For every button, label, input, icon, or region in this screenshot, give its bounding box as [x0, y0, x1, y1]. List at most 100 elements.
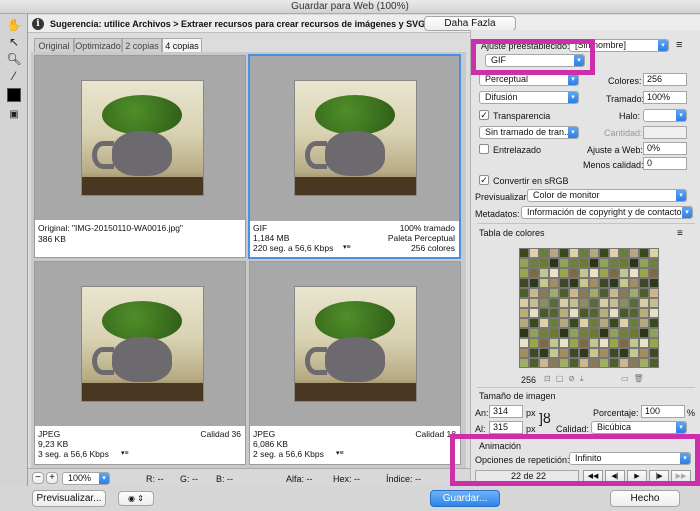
color-swatch[interactable] [529, 298, 539, 308]
color-swatch[interactable] [519, 278, 529, 288]
interlaced-checkbox[interactable] [479, 144, 489, 154]
color-swatch[interactable] [649, 278, 659, 288]
color-swatch[interactable] [609, 348, 619, 358]
color-swatch[interactable] [529, 278, 539, 288]
download-menu-icon[interactable]: ▾≡ [336, 449, 344, 459]
color-swatch[interactable] [559, 348, 569, 358]
save-button[interactable]: Guardar... [430, 490, 500, 507]
color-swatch[interactable] [599, 358, 609, 368]
color-swatch[interactable] [569, 328, 579, 338]
color-swatch[interactable] [639, 358, 649, 368]
color-swatch[interactable] [569, 288, 579, 298]
color-swatch[interactable] [589, 308, 599, 318]
color-swatch[interactable] [649, 358, 659, 368]
tab-optimized[interactable]: Optimizado [74, 38, 122, 52]
color-swatch[interactable] [549, 338, 559, 348]
color-swatch[interactable] [569, 318, 579, 328]
color-swatch[interactable] [639, 318, 649, 328]
color-swatch[interactable] [559, 338, 569, 348]
color-swatch[interactable] [559, 308, 569, 318]
color-swatch[interactable] [549, 328, 559, 338]
amount-field[interactable] [643, 126, 687, 139]
preview-select[interactable]: Color de monitor ▾ [527, 189, 687, 202]
color-swatch[interactable] [629, 298, 639, 308]
color-swatch[interactable] [539, 328, 549, 338]
color-swatch[interactable] [609, 278, 619, 288]
color-swatch[interactable] [599, 288, 609, 298]
color-swatch[interactable] [609, 328, 619, 338]
color-swatch[interactable] [529, 248, 539, 258]
metadata-select[interactable]: Información de copyright y de contacto ▾ [521, 206, 693, 219]
color-swatch[interactable] [639, 338, 649, 348]
toggle-slices-icon[interactable]: ▣ [5, 107, 23, 123]
transparency-dither-select[interactable]: Sin tramado de tran... ▾ [479, 126, 579, 139]
preview-cell-gif[interactable]: GIF 100% tramado 1,184 MB Paleta Percept… [248, 54, 461, 259]
color-swatch[interactable] [589, 248, 599, 258]
color-swatch[interactable] [579, 348, 589, 358]
color-swatch[interactable] [599, 318, 609, 328]
color-swatch[interactable] [589, 288, 599, 298]
color-swatch[interactable] [569, 358, 579, 368]
color-swatch[interactable] [519, 328, 529, 338]
color-swatch[interactable] [549, 278, 559, 288]
color-swatch[interactable] [629, 278, 639, 288]
slice-select-tool-icon[interactable]: ↖ [5, 34, 23, 50]
color-swatch[interactable] [589, 278, 599, 288]
color-swatch[interactable] [549, 308, 559, 318]
delete-color-icon[interactable]: ▭🗑︎ [621, 374, 649, 383]
color-swatch[interactable] [589, 348, 599, 358]
color-swatch[interactable] [639, 288, 649, 298]
color-swatch[interactable] [609, 298, 619, 308]
color-swatch[interactable] [589, 268, 599, 278]
color-swatch[interactable] [569, 248, 579, 258]
color-swatch[interactable] [599, 268, 609, 278]
color-swatch[interactable] [619, 318, 629, 328]
color-swatch[interactable] [539, 348, 549, 358]
color-swatch[interactable] [569, 278, 579, 288]
web-snap-field[interactable]: 0% [643, 142, 687, 155]
zoom-level-select[interactable]: 100% ▾ [62, 472, 110, 485]
color-swatch[interactable] [549, 258, 559, 268]
color-swatch[interactable] [649, 258, 659, 268]
color-swatch[interactable] [579, 268, 589, 278]
color-swatch[interactable] [549, 318, 559, 328]
lossy-field[interactable]: 0 [643, 157, 687, 170]
height-field[interactable]: 315 [489, 421, 523, 434]
browser-select[interactable]: ◉ ⇕ [118, 491, 154, 506]
color-swatch[interactable] [609, 338, 619, 348]
color-swatch[interactable] [639, 328, 649, 338]
color-swatch[interactable] [619, 278, 629, 288]
color-swatch[interactable] [539, 318, 549, 328]
color-swatch[interactable] [569, 298, 579, 308]
color-swatch[interactable] [619, 308, 629, 318]
color-swatch[interactable] [619, 268, 629, 278]
color-table-tools-icon[interactable]: ⊡▢⊘⤓ [544, 374, 589, 384]
color-swatch[interactable] [559, 298, 569, 308]
eyedropper-color-swatch[interactable] [7, 88, 21, 102]
color-swatch[interactable] [569, 258, 579, 268]
color-swatch[interactable] [559, 278, 569, 288]
color-swatch[interactable] [519, 268, 529, 278]
color-swatch[interactable] [599, 348, 609, 358]
color-swatch[interactable] [629, 328, 639, 338]
transparency-checkbox[interactable]: ✓ [479, 110, 489, 120]
more-button[interactable]: Daha Fazla [424, 16, 516, 31]
color-swatch[interactable] [519, 248, 529, 258]
color-swatch[interactable] [539, 248, 549, 258]
convert-srgb-checkbox[interactable]: ✓ [479, 175, 489, 185]
color-swatch[interactable] [599, 338, 609, 348]
color-swatch[interactable] [539, 308, 549, 318]
color-swatch[interactable] [579, 258, 589, 268]
color-swatch[interactable] [539, 358, 549, 368]
color-swatch[interactable] [519, 338, 529, 348]
color-swatch[interactable] [599, 308, 609, 318]
color-swatch[interactable] [559, 258, 569, 268]
color-swatch[interactable] [639, 248, 649, 258]
color-swatch[interactable] [559, 268, 569, 278]
color-swatch[interactable] [639, 308, 649, 318]
color-swatch[interactable] [629, 288, 639, 298]
color-swatch[interactable] [649, 308, 659, 318]
color-swatch[interactable] [589, 298, 599, 308]
color-swatch[interactable] [569, 268, 579, 278]
color-swatch[interactable] [629, 258, 639, 268]
